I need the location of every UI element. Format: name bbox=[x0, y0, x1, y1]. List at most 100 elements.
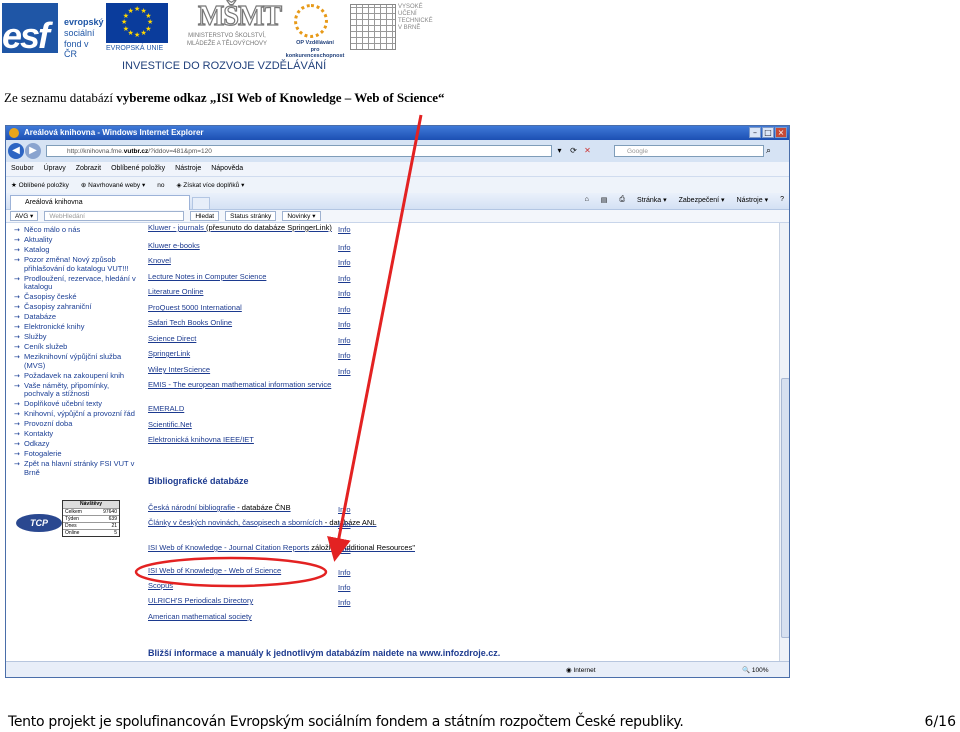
menu-zobrazit[interactable]: Zobrazit bbox=[76, 165, 101, 176]
menu-soubor[interactable]: Soubor bbox=[11, 165, 34, 176]
sidebar-link[interactable]: Databáze bbox=[14, 312, 139, 322]
tab-arealova-knihovna[interactable]: Areálová knihovna bbox=[10, 195, 190, 210]
info-link[interactable]: Info bbox=[338, 568, 351, 577]
sidebar-link[interactable]: Ceník služeb bbox=[14, 342, 139, 352]
op-vk-logo: OP Vzdělávání pro konkurenceschopnost bbox=[282, 2, 348, 59]
database-link[interactable]: Scopus bbox=[148, 581, 173, 590]
compat-icon[interactable]: ▾ bbox=[554, 145, 565, 156]
search-input[interactable]: Google bbox=[614, 145, 764, 157]
menu-upravy[interactable]: Úpravy bbox=[44, 165, 66, 176]
maximize-button[interactable]: □ bbox=[762, 127, 774, 138]
database-link[interactable]: EMERALD bbox=[148, 404, 184, 413]
safety-menu[interactable]: Zabezpečení ▾ bbox=[679, 196, 725, 204]
info-link[interactable]: Info bbox=[338, 289, 351, 298]
database-link[interactable]: Knovel bbox=[148, 256, 171, 265]
sidebar-link[interactable]: Služby bbox=[14, 332, 139, 342]
search-icon[interactable]: ⌕ bbox=[766, 145, 771, 157]
sidebar-link[interactable]: Odkazy bbox=[14, 439, 139, 449]
info-link[interactable]: Info bbox=[338, 583, 351, 592]
news-button[interactable]: Novinky ▾ bbox=[282, 211, 321, 221]
sidebar-link[interactable]: Elektronické knihy bbox=[14, 322, 139, 332]
stop-icon[interactable]: ✕ bbox=[582, 145, 593, 156]
info-link[interactable]: Info bbox=[338, 505, 351, 514]
info-link[interactable]: Info bbox=[338, 520, 351, 529]
avg-button[interactable]: AVG ▾ bbox=[10, 211, 39, 221]
msmt-logo: MŠMT MINISTERSTVO ŠKOLSTVÍ, MLÁDEŽE A TĚ… bbox=[187, 1, 283, 47]
menu-nastroje[interactable]: Nástroje bbox=[175, 165, 201, 176]
address-bar[interactable]: http://knihovna.fme.vutbr.cz/?iddov=481&… bbox=[46, 145, 552, 157]
sidebar-link[interactable]: Doplňkové učební texty bbox=[14, 399, 139, 409]
sidebar-link[interactable]: Katalog bbox=[14, 245, 139, 255]
avg-search-input[interactable]: WebHledání bbox=[44, 211, 185, 221]
sidebar-link[interactable]: Vaše náměty, připomínky, pochvaly a stíž… bbox=[14, 381, 139, 399]
help-button[interactable]: ? bbox=[780, 196, 784, 204]
back-button[interactable]: ◀ bbox=[8, 143, 24, 159]
sidebar-link[interactable]: Knihovní, výpůjční a provozní řád bbox=[14, 409, 139, 419]
info-link[interactable]: Info bbox=[338, 225, 351, 234]
favorites-button[interactable]: ★ Oblíbené položky bbox=[11, 181, 69, 189]
info-link[interactable]: Info bbox=[338, 274, 351, 283]
sidebar-link[interactable]: Zpět na hlavní stránky FSI VUT v Brně bbox=[14, 459, 139, 477]
database-link[interactable]: EMIS - The european mathematical informa… bbox=[148, 380, 331, 389]
suggested-sites[interactable]: ⊕ Navrhované weby ▾ bbox=[81, 181, 145, 189]
zoom-level[interactable]: 🔍 100% bbox=[742, 666, 769, 674]
database-link[interactable]: Safari Tech Books Online bbox=[148, 318, 232, 327]
info-link[interactable]: Info bbox=[338, 258, 351, 267]
close-button[interactable]: × bbox=[775, 127, 787, 138]
info-link[interactable]: Info bbox=[338, 336, 351, 345]
database-link[interactable]: ISI Web of Knowledge - Journal Citation … bbox=[148, 543, 415, 552]
refresh-icon[interactable]: ⟳ bbox=[568, 145, 579, 156]
sidebar-link[interactable]: Meziknihovní výpůjční služba (MVS) bbox=[14, 352, 139, 370]
get-addons[interactable]: ◈ Získat více doplňků ▾ bbox=[176, 181, 244, 189]
info-link[interactable]: Info bbox=[338, 598, 351, 607]
info-link[interactable]: Info bbox=[338, 351, 351, 360]
sidebar-link[interactable]: Prodloužení, rezervace, hledání v katalo… bbox=[14, 274, 139, 292]
database-link[interactable]: Elektronická knihovna IEEE/IET bbox=[148, 435, 254, 444]
sidebar-link[interactable]: Aktuality bbox=[14, 235, 139, 245]
minimize-button[interactable]: – bbox=[749, 127, 761, 138]
menu-oblibene[interactable]: Oblíbené položky bbox=[111, 165, 165, 176]
database-link[interactable]: Literature Online bbox=[148, 287, 203, 296]
database-link[interactable]: Wiley InterScience bbox=[148, 365, 210, 374]
database-link[interactable]: Scientific.Net bbox=[148, 420, 192, 429]
sidebar-link[interactable]: Časopisy české bbox=[14, 292, 139, 302]
new-tab-button[interactable] bbox=[192, 197, 210, 210]
sidebar-link[interactable]: Kontakty bbox=[14, 429, 139, 439]
visit-row: Celkem 97640 bbox=[63, 508, 119, 515]
database-link[interactable]: SpringerLink bbox=[148, 349, 190, 358]
sidebar-link[interactable]: Fotogalerie bbox=[14, 449, 139, 459]
home-icon[interactable]: ⌂ bbox=[585, 196, 589, 204]
database-link[interactable]: Česká národní bibliografie - databáze ČN… bbox=[148, 503, 291, 512]
sidebar-link[interactable]: Požadavek na zakoupení knih bbox=[14, 371, 139, 381]
info-link[interactable]: Info bbox=[338, 545, 351, 554]
database-link[interactable]: American mathematical society bbox=[148, 612, 252, 621]
tools-menu[interactable]: Nástroje ▾ bbox=[737, 196, 769, 204]
sidebar-link[interactable]: Pozor změna! Nový způsob přihlašování do… bbox=[14, 255, 139, 273]
sidebar-link[interactable]: Provozní doba bbox=[14, 419, 139, 429]
database-link[interactable]: Kluwer e-books bbox=[148, 241, 200, 250]
print-icon[interactable]: ⎙ bbox=[619, 196, 625, 204]
database-link[interactable]: ULRICH'S Periodicals Directory bbox=[148, 596, 253, 605]
database-link[interactable]: ISI Web of Knowledge - Web of Science bbox=[148, 566, 281, 575]
database-link[interactable]: Kluwer - journals (přesunuto do databáze… bbox=[148, 223, 332, 232]
page-status-button[interactable]: Status stránky bbox=[225, 211, 277, 221]
database-link[interactable]: Lecture Notes in Computer Science bbox=[148, 272, 266, 281]
info-link[interactable]: Info bbox=[338, 243, 351, 252]
feeds-icon[interactable]: ▤ bbox=[601, 196, 608, 204]
eu-star-icon: ★ bbox=[127, 7, 134, 15]
info-link[interactable]: Info bbox=[338, 305, 351, 314]
eu-star-icon: ★ bbox=[134, 32, 141, 39]
info-link[interactable]: Info bbox=[338, 320, 351, 329]
avg-search-button[interactable]: Hledat bbox=[190, 211, 220, 221]
vertical-scrollbar[interactable] bbox=[779, 223, 789, 663]
fav-no[interactable]: no bbox=[157, 182, 164, 189]
database-link[interactable]: ProQuest 5000 International bbox=[148, 303, 242, 312]
menu-napoveda[interactable]: Nápověda bbox=[211, 165, 243, 176]
info-link[interactable]: Info bbox=[338, 367, 351, 376]
scroll-thumb[interactable] bbox=[781, 378, 789, 638]
database-link[interactable]: Science Direct bbox=[148, 334, 196, 343]
sidebar-link[interactable]: Něco málo o nás bbox=[14, 225, 139, 235]
forward-button[interactable]: ▶ bbox=[25, 143, 41, 159]
sidebar-link[interactable]: Časopisy zahraniční bbox=[14, 302, 139, 312]
page-menu[interactable]: Stránka ▾ bbox=[637, 196, 667, 204]
